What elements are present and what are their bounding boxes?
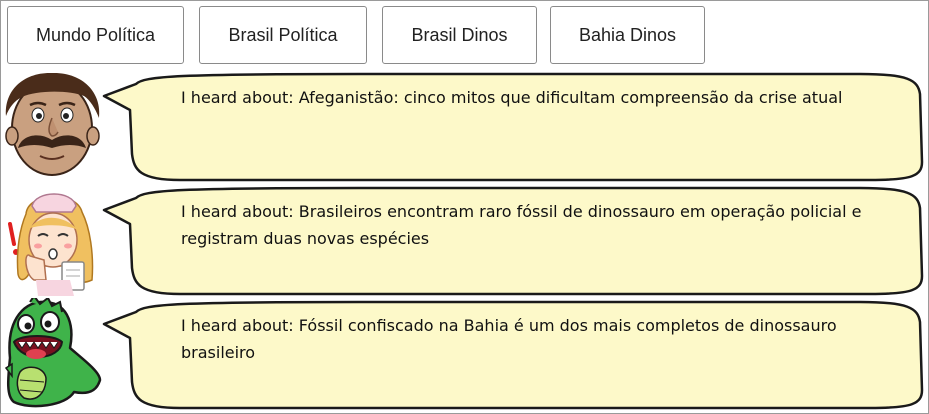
message-text: I heard about: Afeganistão: cinco mitos … xyxy=(181,88,843,107)
message-row: I heard about: Fóssil confiscado na Bahi… xyxy=(0,294,929,410)
tab-bahia-dinos[interactable]: Bahia Dinos xyxy=(550,6,705,64)
message-text: I heard about: Fóssil confiscado na Bahi… xyxy=(181,316,837,362)
speech-bubble: I heard about: Brasileiros encontram rar… xyxy=(100,184,929,296)
tab-brasil-politica[interactable]: Brasil Política xyxy=(199,6,367,64)
message-text: I heard about: Brasileiros encontram rar… xyxy=(181,202,862,248)
message-row: I heard about: Brasileiros encontram rar… xyxy=(0,184,929,296)
green-dinosaur-icon xyxy=(0,294,104,410)
mustache-man-icon xyxy=(0,70,104,182)
tab-brasil-dinos[interactable]: Brasil Dinos xyxy=(382,6,537,64)
speech-bubble: I heard about: Fóssil confiscado na Bahi… xyxy=(100,298,929,410)
speech-bubble: I heard about: Afeganistão: cinco mitos … xyxy=(100,70,929,182)
nurse-icon xyxy=(0,184,104,296)
message-row: I heard about: Afeganistão: cinco mitos … xyxy=(0,70,929,182)
tab-mundo-politica[interactable]: Mundo Política xyxy=(7,6,184,64)
